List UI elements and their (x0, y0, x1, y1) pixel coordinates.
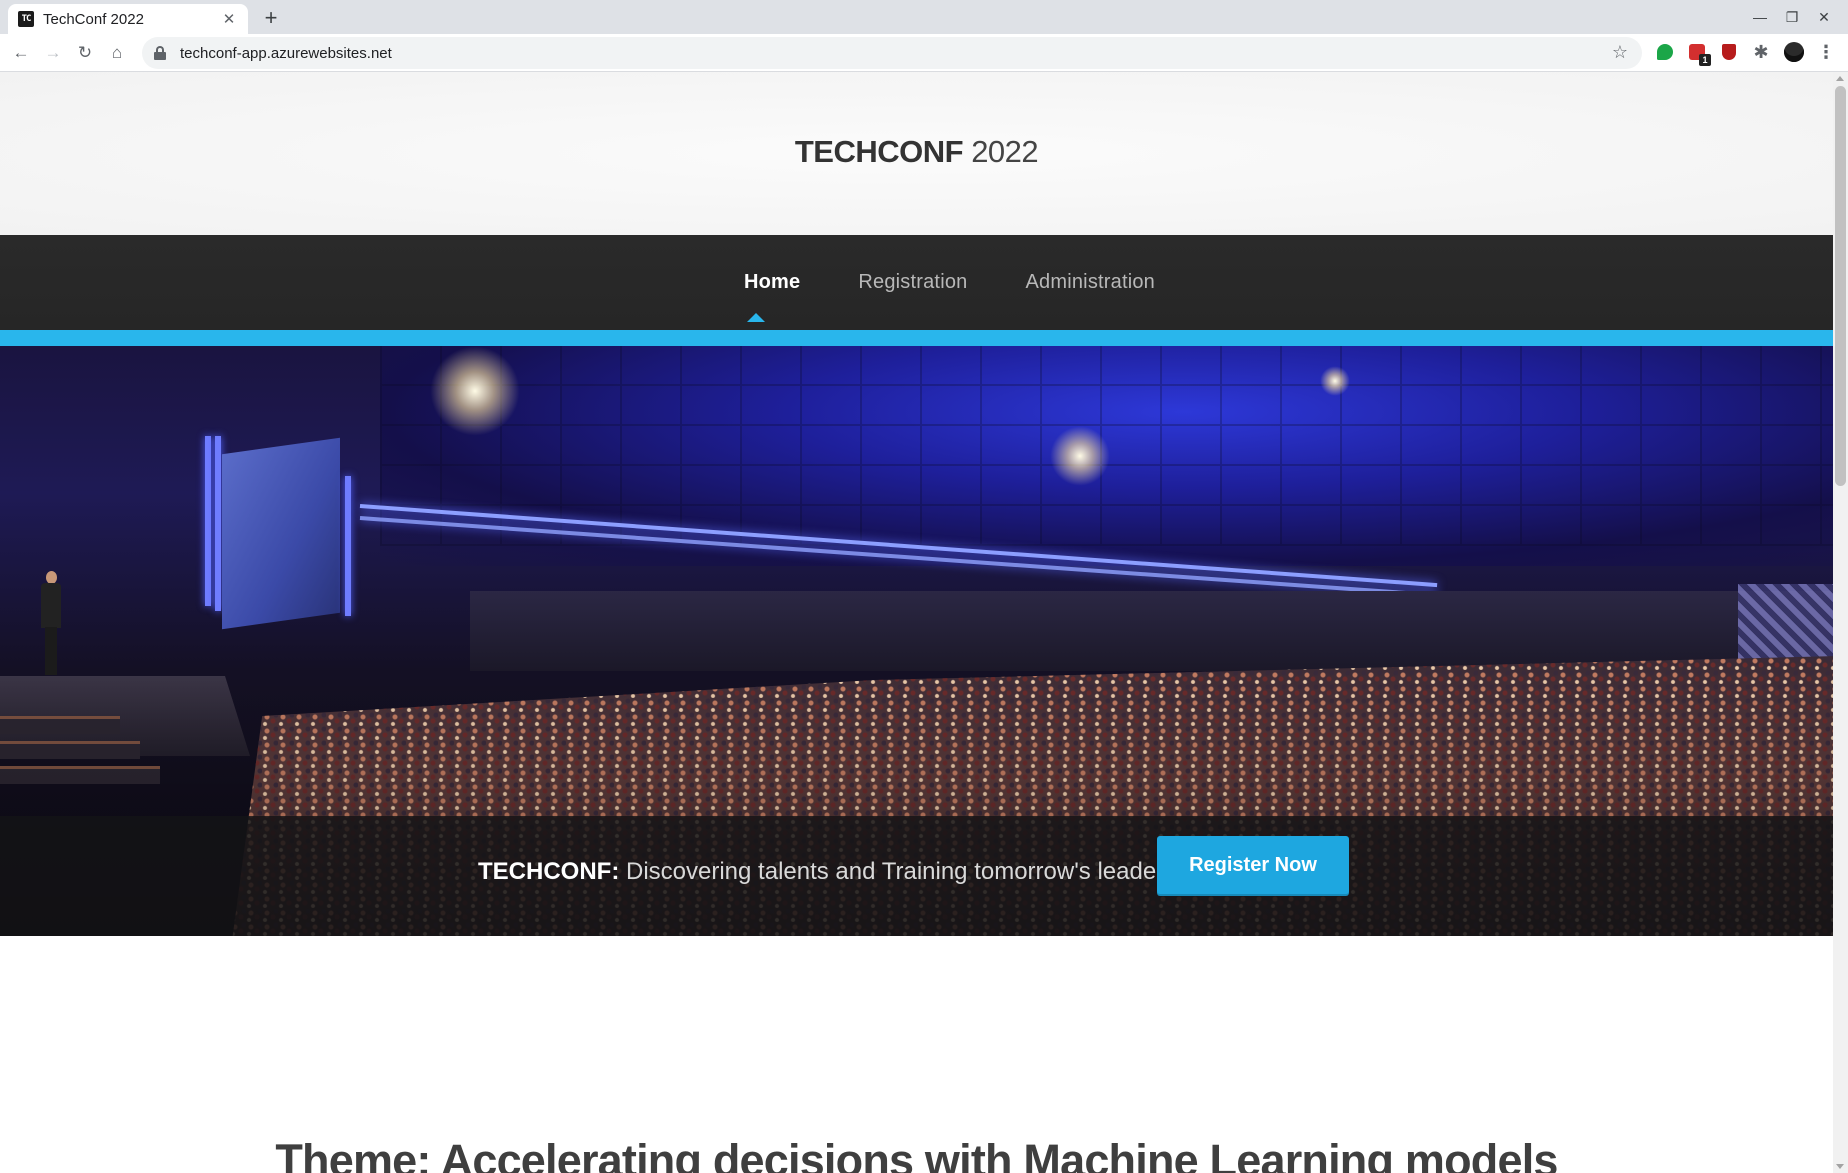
profile-avatar[interactable] (1784, 42, 1804, 62)
extensions-puzzle-icon[interactable]: ✱ (1751, 42, 1771, 62)
evernote-extension-icon[interactable] (1657, 44, 1673, 60)
lock-icon[interactable] (154, 46, 166, 60)
nav-administration[interactable]: Administration (1025, 271, 1155, 294)
hero-tagline-brand: TECHCONF: (478, 858, 620, 885)
theme-label: Theme (275, 1135, 417, 1173)
main-nav: Home Registration Administration (0, 235, 1833, 330)
tab-title: TechConf 2022 (43, 10, 144, 28)
tab-close-icon[interactable]: ✕ (220, 10, 238, 28)
scroll-up-arrow-icon[interactable] (1836, 76, 1844, 81)
nav-home[interactable]: Home (744, 271, 800, 294)
todoist-extension-icon[interactable]: 1 (1689, 44, 1711, 66)
back-arrow-icon[interactable]: ← (9, 41, 33, 65)
brand-name: TECHCONF (794, 134, 964, 169)
restore-icon[interactable]: ❐ (1776, 4, 1808, 30)
page-scrollbar[interactable] (1833, 72, 1848, 1173)
ublock-shield-icon[interactable] (1722, 44, 1736, 60)
scrollbar-thumb[interactable] (1835, 86, 1846, 486)
hero-tagline-text: Discovering talents and Training tomorro… (626, 858, 1177, 885)
site-header: TECHCONF 2022 (0, 72, 1833, 235)
site-favicon-icon: TC (18, 11, 34, 27)
active-nav-caret-icon (747, 313, 765, 322)
hero-tagline: TECHCONF: Discovering talents and Traini… (478, 858, 1176, 886)
hero-section: TECHCONF: Discovering talents and Traini… (0, 346, 1833, 936)
browser-menu-icon[interactable]: ⋮ (1816, 42, 1836, 62)
page-viewport: TECHCONF 2022 Home Registration Administ… (0, 72, 1848, 1173)
scroll-down-arrow-icon[interactable] (1836, 1164, 1844, 1169)
site-brand[interactable]: TECHCONF 2022 (0, 134, 1833, 170)
browser-toolbar: ← → ↻ ⌂ techconf-app.azurewebsites.net ☆… (0, 34, 1848, 72)
url-text[interactable]: techconf-app.azurewebsites.net (180, 45, 392, 62)
home-icon[interactable]: ⌂ (105, 41, 129, 65)
nav-registration[interactable]: Registration (858, 271, 967, 294)
browser-tab-strip: TC TechConf 2022 ✕ + — ❐ ✕ (0, 0, 1848, 34)
theme-separator: : (416, 1135, 431, 1173)
brand-year: 2022 (971, 134, 1039, 169)
bookmark-star-icon[interactable]: ☆ (1612, 42, 1628, 63)
window-controls: — ❐ ✕ (1744, 4, 1840, 30)
nav-accent-bar (0, 330, 1833, 346)
forward-arrow-icon[interactable]: → (41, 41, 65, 65)
minimize-icon[interactable]: — (1744, 4, 1776, 30)
browser-tab[interactable]: TC TechConf 2022 ✕ (8, 4, 248, 34)
page: TECHCONF 2022 Home Registration Administ… (0, 72, 1833, 1173)
new-tab-button[interactable]: + (258, 5, 284, 31)
close-window-icon[interactable]: ✕ (1808, 4, 1840, 30)
theme-section: Theme: Accelerating decisions with Machi… (0, 936, 1833, 1173)
theme-text: Accelerating decisions with Machine Lear… (440, 1135, 1559, 1173)
register-now-button[interactable]: Register Now (1157, 836, 1349, 894)
theme-heading: Theme: Accelerating decisions with Machi… (0, 1135, 1833, 1173)
reload-icon[interactable]: ↻ (73, 41, 97, 65)
address-bar[interactable]: techconf-app.azurewebsites.net ☆ (142, 37, 1642, 69)
extension-badge: 1 (1699, 54, 1711, 66)
